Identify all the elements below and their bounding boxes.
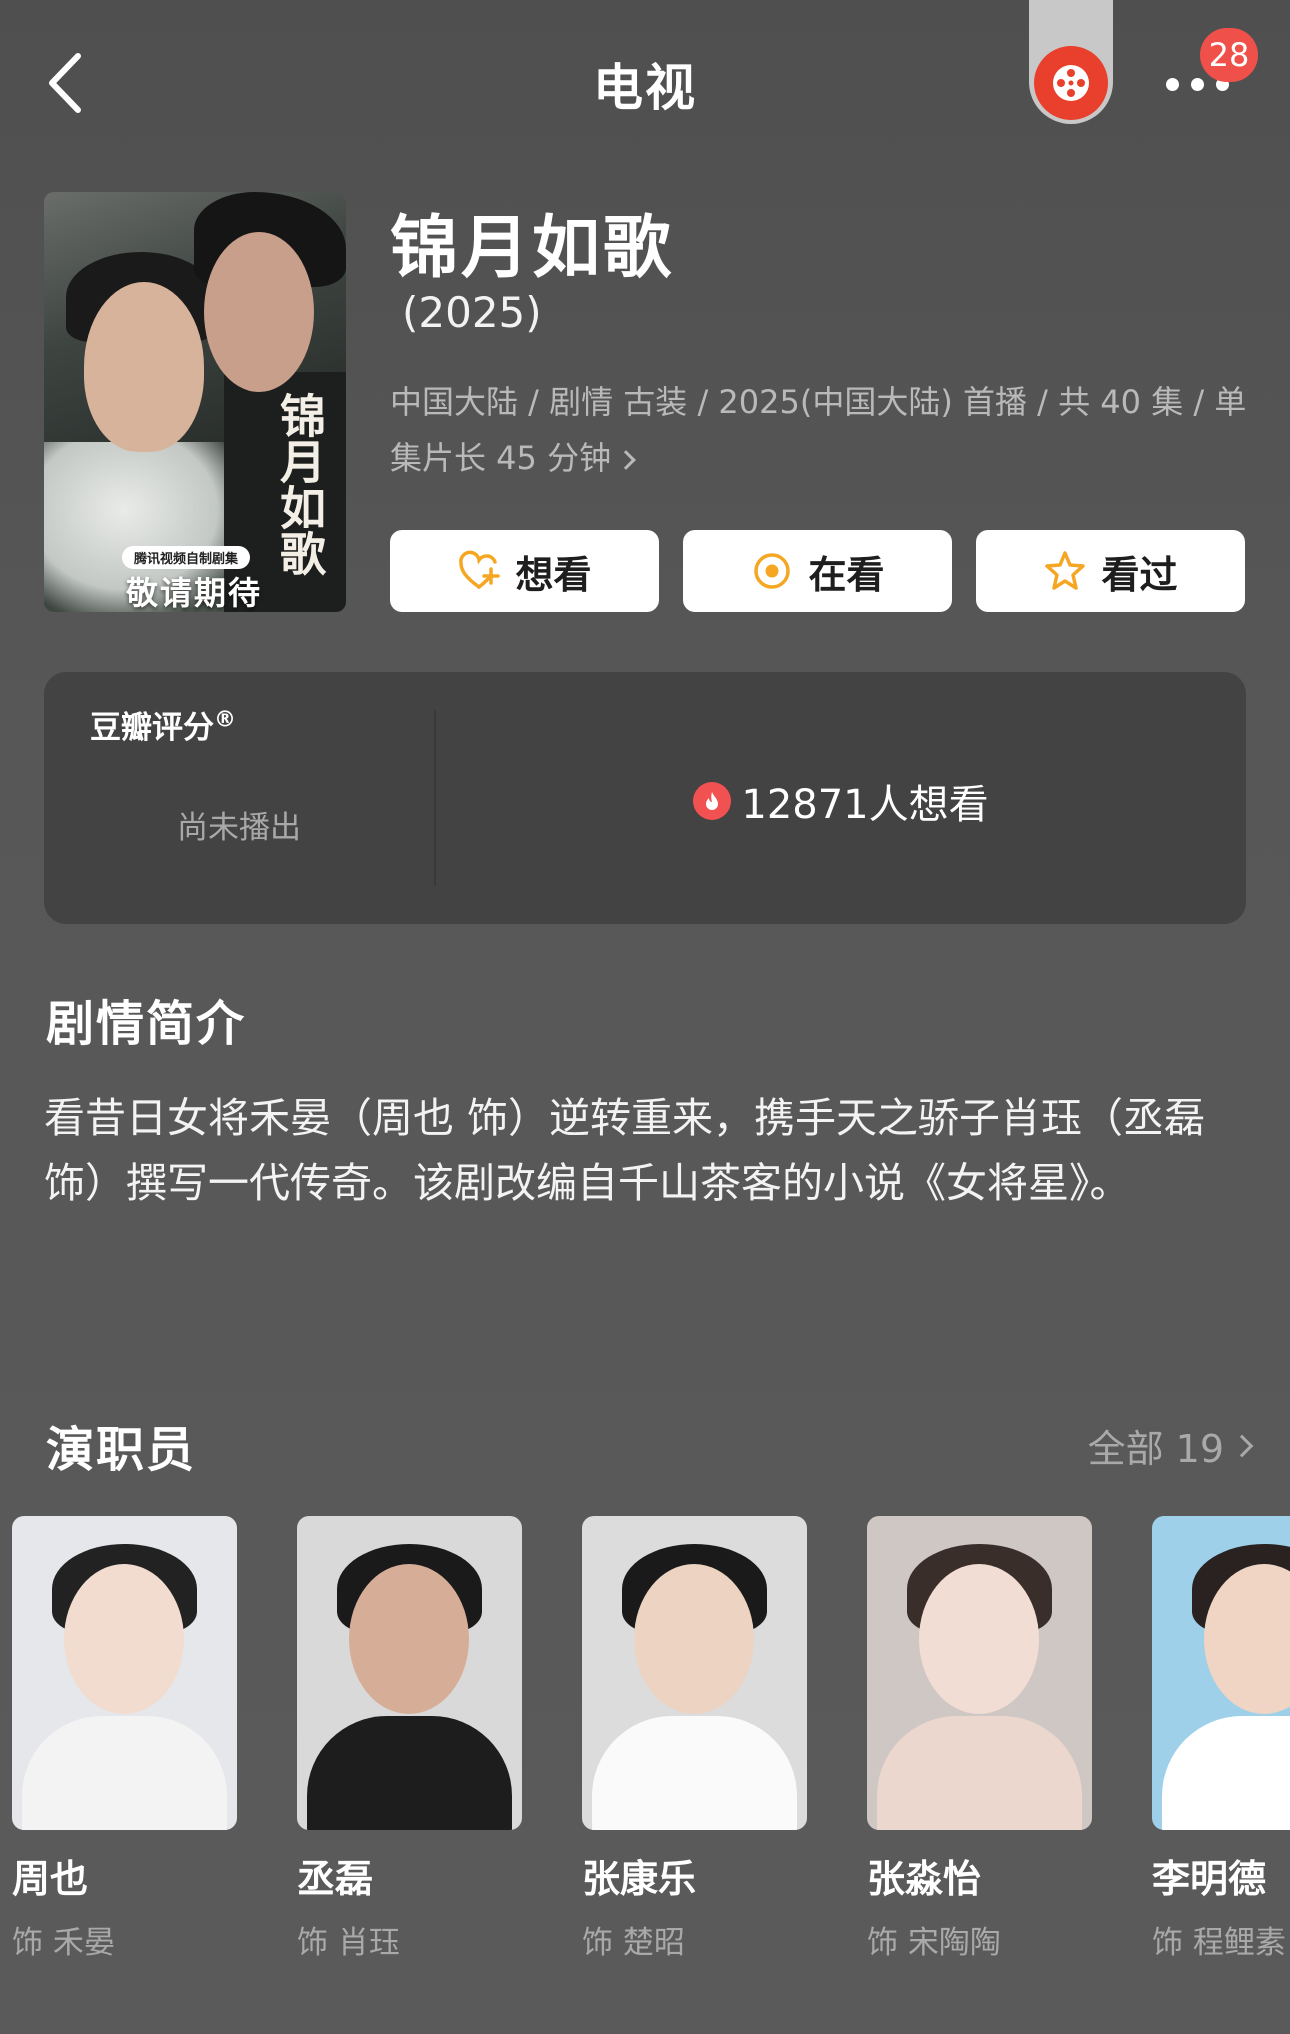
registered-mark: ® — [214, 707, 236, 733]
film-reel-icon — [1053, 65, 1089, 101]
cast-photo — [12, 1516, 237, 1830]
watched-button[interactable]: 看过 — [976, 530, 1245, 612]
cast-member[interactable]: 李明德 饰 程鲤素 — [1152, 1516, 1290, 1962]
screen: 电视 28 锦月如歌 腾讯视频自制剧集 敬请期待 锦月如歌 (2025) 中国大… — [0, 0, 1290, 2034]
cast-name: 张康乐 — [582, 1857, 697, 1901]
chevron-right-icon — [1230, 1434, 1254, 1457]
cast-photo — [297, 1516, 522, 1830]
cast-member[interactable]: 周也 饰 禾晏 — [12, 1516, 237, 1962]
dot-icon — [1166, 77, 1179, 91]
want-count: 12871人想看 — [436, 772, 1246, 830]
cast-role: 饰 肖珏 — [297, 1925, 400, 1961]
rating-status: 尚未播出 — [177, 810, 301, 846]
cast-member[interactable]: 张淼怡 饰 宋陶陶 — [867, 1516, 1092, 1962]
cast-role: 饰 楚昭 — [582, 1925, 685, 1961]
watching-button[interactable]: 在看 — [683, 530, 952, 612]
poster-badge: 腾讯视频自制剧集 — [122, 546, 251, 569]
cast-name: 周也 — [12, 1857, 89, 1901]
rating-label: 豆瓣评分® — [90, 707, 236, 746]
cast-name: 李明德 — [1152, 1857, 1267, 1901]
cast-photo — [1152, 1516, 1290, 1830]
star-icon — [1045, 551, 1086, 590]
cast-all-link[interactable]: 全部 19 — [1088, 1418, 1254, 1473]
cast-role: 饰 宋陶陶 — [867, 1925, 1001, 1961]
cast-list: 周也 饰 禾晏 丞磊 饰 肖珏 张康乐 饰 楚昭 张淼怡 饰 宋陶陶 李明德 饰… — [12, 1516, 1290, 1962]
want-to-watch-button[interactable]: 想看 — [390, 530, 659, 612]
film-reel-app-button[interactable] — [1034, 46, 1108, 120]
show-title: 锦月如歌 — [390, 209, 675, 288]
cast-title: 演职员 — [46, 1422, 197, 1478]
show-meta-link[interactable]: 中国大陆 / 剧情 古装 / 2025(中国大陆) 首播 / 共 40 集 / … — [390, 374, 1250, 486]
cast-member[interactable]: 丞磊 饰 肖珏 — [297, 1516, 522, 1962]
cast-photo — [582, 1516, 807, 1830]
notification-badge: 28 — [1200, 28, 1258, 82]
show-year: (2025) — [402, 288, 542, 337]
poster-image[interactable]: 锦月如歌 腾讯视频自制剧集 敬请期待 — [44, 192, 346, 612]
poster-tagline: 敬请期待 — [126, 574, 263, 612]
show-meta-text: 中国大陆 / 剧情 古装 / 2025(中国大陆) 首播 / 共 40 集 / … — [390, 383, 1247, 477]
chevron-right-icon — [616, 450, 636, 470]
cast-role: 饰 禾晏 — [12, 1925, 115, 1961]
rating-card[interactable]: 豆瓣评分® 尚未播出 12871人想看 — [44, 672, 1246, 924]
synopsis-text: 看昔日女将禾晏（周也 饰）逆转重来，携手天之骄子肖珏（丞磊 饰）撰写一代传奇。该… — [44, 1094, 1206, 1207]
flame-icon — [693, 782, 732, 820]
cast-role: 饰 程鲤素 — [1152, 1925, 1286, 1961]
action-buttons: 想看 在看 看过 — [390, 530, 1245, 612]
poster-calligraphy: 锦月如歌 — [273, 392, 327, 576]
cast-name: 张淼怡 — [867, 1857, 982, 1901]
synopsis-title: 剧情简介 — [46, 996, 247, 1052]
dot-icon — [1191, 77, 1204, 91]
target-icon — [754, 553, 791, 589]
cast-photo — [867, 1516, 1092, 1830]
cast-member[interactable]: 张康乐 饰 楚昭 — [582, 1516, 807, 1962]
cast-name: 丞磊 — [297, 1857, 374, 1901]
heart-plus-icon — [459, 550, 501, 589]
